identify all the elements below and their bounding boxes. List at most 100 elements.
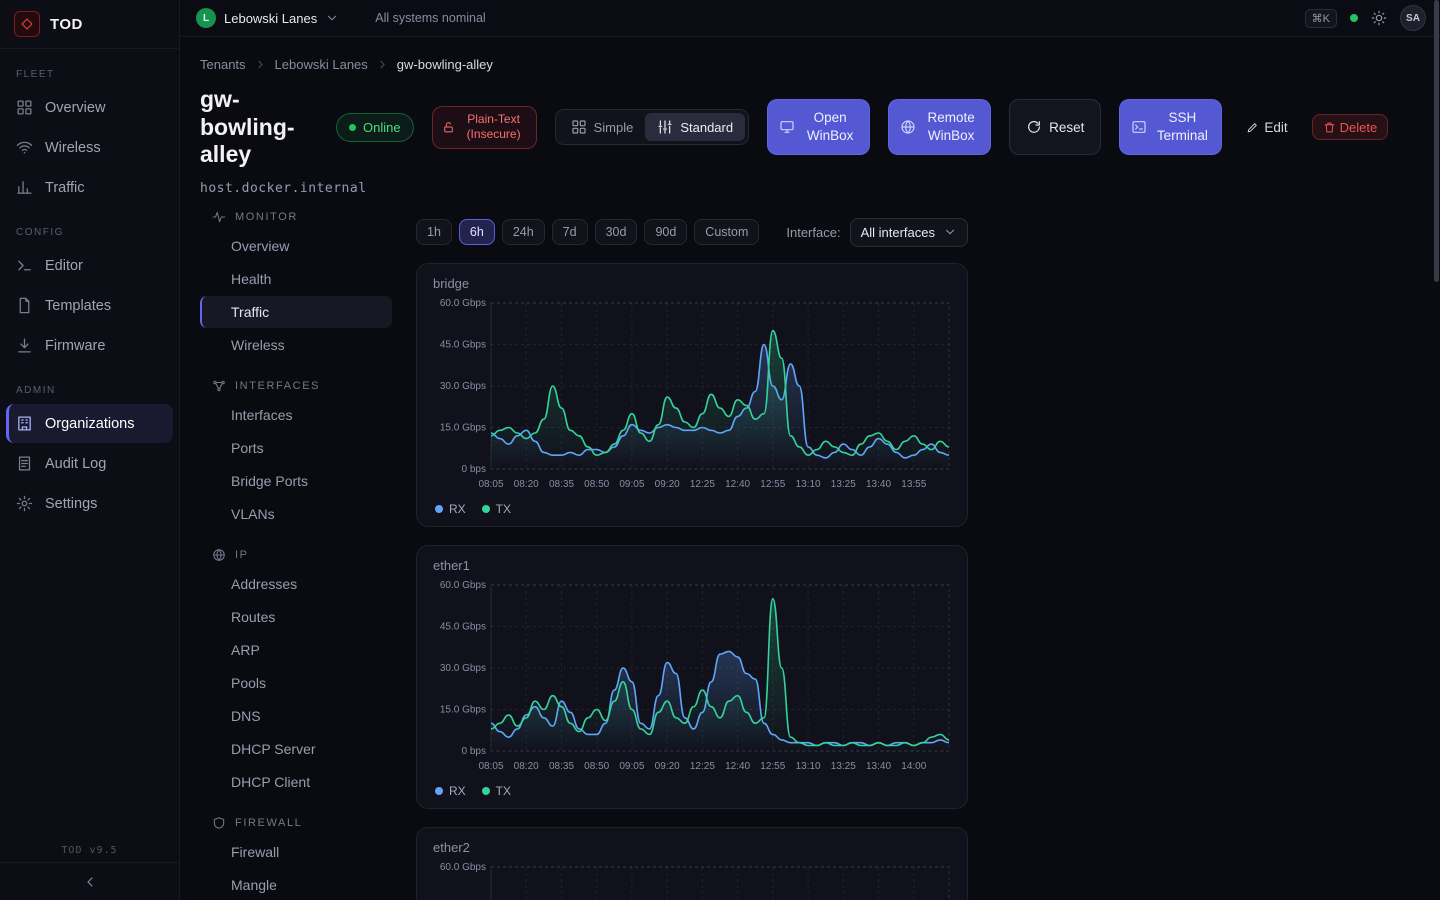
view-mode-simple-button[interactable]: Simple (559, 113, 646, 141)
diamond-icon (20, 17, 34, 31)
theme-toggle-button[interactable] (1371, 10, 1387, 26)
subnav-item-wireless[interactable]: Wireless (200, 329, 392, 361)
range-7d-button[interactable]: 7d (552, 219, 588, 245)
subnav-item-pools[interactable]: Pools (200, 667, 392, 699)
sidebar-collapse-button[interactable] (0, 862, 179, 900)
chevron-right-icon (376, 58, 389, 71)
range-1h-button[interactable]: 1h (416, 219, 452, 245)
subnav-item-mangle[interactable]: Mangle (200, 869, 392, 900)
breadcrumb-item-lebowski-lanes[interactable]: Lebowski Lanes (275, 57, 368, 72)
svg-text:13:10: 13:10 (796, 479, 821, 490)
chart-title: ether1 (433, 558, 951, 573)
sidebar-item-organizations[interactable]: Organizations (6, 404, 173, 443)
svg-text:08:20: 08:20 (514, 479, 539, 490)
delete-button[interactable]: Delete (1312, 114, 1389, 140)
sidebar-item-settings[interactable]: Settings (6, 484, 173, 523)
svg-text:0 bps: 0 bps (462, 746, 486, 757)
sidebar-item-label: Organizations (45, 416, 134, 432)
subnav-item-overview[interactable]: Overview (200, 230, 392, 262)
legend-dot-icon (482, 505, 490, 513)
subnav-item-dhcp-server[interactable]: DHCP Server (200, 733, 392, 765)
subnav-item-vlans[interactable]: VLANs (200, 498, 392, 530)
open-winbox-button[interactable]: Open WinBox (767, 99, 870, 155)
subnav-item-ports[interactable]: Ports (200, 432, 392, 464)
breadcrumb: TenantsLebowski Lanesgw-bowling-alley (200, 57, 1440, 72)
sidebar-item-templates[interactable]: Templates (6, 286, 173, 325)
status-badge-online: Online (336, 113, 414, 142)
command-palette-shortcut[interactable]: ⌘K (1305, 9, 1337, 28)
grid-icon (571, 119, 587, 135)
bars-icon (16, 179, 33, 196)
range-30d-button[interactable]: 30d (595, 219, 638, 245)
range-90d-button[interactable]: 90d (644, 219, 687, 245)
chart-legend: RXTX (433, 784, 951, 798)
subnav-item-health[interactable]: Health (200, 263, 392, 295)
breadcrumb-item-tenants[interactable]: Tenants (200, 57, 246, 72)
tenant-selector[interactable]: L Lebowski Lanes (196, 8, 339, 28)
subnav-item-dhcp-client[interactable]: DHCP Client (200, 766, 392, 798)
svg-text:09:20: 09:20 (655, 479, 680, 490)
svg-text:08:20: 08:20 (514, 761, 539, 772)
status-badge-insecure: Plain-Text (Insecure) (432, 106, 537, 149)
sidebar-item-editor[interactable]: Editor (6, 246, 173, 285)
sidebar-item-overview[interactable]: Overview (6, 88, 173, 127)
sidebar-item-label: Editor (45, 258, 83, 274)
range-24h-button[interactable]: 24h (502, 219, 545, 245)
sidebar-item-label: Overview (45, 100, 105, 116)
svg-text:60.0 Gbps: 60.0 Gbps (440, 298, 486, 309)
doc-icon (16, 455, 33, 472)
sidebar-item-firmware[interactable]: Firmware (6, 326, 173, 365)
reset-label: Reset (1049, 120, 1084, 135)
building-icon (16, 415, 33, 432)
legend-tx: TX (482, 502, 511, 516)
terminal-icon (16, 257, 33, 274)
subnav-item-interfaces[interactable]: Interfaces (200, 399, 392, 431)
svg-text:13:40: 13:40 (866, 761, 891, 772)
tenant-avatar: L (196, 8, 216, 28)
sidebar-section-label: CONFIG (0, 227, 179, 238)
view-mode-standard-button[interactable]: Standard (645, 113, 745, 141)
unlock-icon (442, 121, 455, 134)
reset-button[interactable]: Reset (1009, 99, 1101, 155)
page-title: gw-bowling-alley (200, 86, 318, 169)
range-custom-button[interactable]: Custom (694, 219, 759, 245)
subnav-item-bridge-ports[interactable]: Bridge Ports (200, 465, 392, 497)
sidebar-item-wireless[interactable]: Wireless (6, 128, 173, 167)
edit-button[interactable]: Edit (1240, 119, 1293, 136)
subnav-item-routes[interactable]: Routes (200, 601, 392, 633)
chevron-right-icon (254, 58, 267, 71)
refresh-icon (1026, 119, 1042, 135)
subnav-item-traffic[interactable]: Traffic (200, 296, 392, 328)
sidebar-item-label: Wireless (45, 140, 101, 156)
page-scrollbar[interactable] (1434, 0, 1439, 282)
sidebar-item-label: Traffic (45, 180, 84, 196)
legend-dot-icon (435, 505, 443, 513)
system-status-text: All systems nominal (375, 11, 485, 25)
sidebar-item-audit-log[interactable]: Audit Log (6, 444, 173, 483)
view-mode-toggle: Simple Standard (555, 109, 750, 145)
edit-label: Edit (1264, 120, 1287, 135)
remote-winbox-button[interactable]: Remote WinBox (888, 99, 991, 155)
subnav-section-ip: IP (200, 548, 392, 562)
sidebar-item-traffic[interactable]: Traffic (6, 168, 173, 207)
interface-select[interactable]: All interfaces (850, 218, 968, 247)
svg-text:08:50: 08:50 (584, 479, 609, 490)
chart-title: bridge (433, 276, 951, 291)
subnav-item-addresses[interactable]: Addresses (200, 568, 392, 600)
sidebar-section-label: FLEET (0, 69, 179, 80)
range-6h-button[interactable]: 6h (459, 219, 495, 245)
svg-text:15.0 Gbps: 15.0 Gbps (440, 422, 486, 433)
topbar-right: ⌘K SA (1305, 5, 1426, 31)
svg-text:15.0 Gbps: 15.0 Gbps (440, 704, 486, 715)
traffic-chart: 0 bps15.0 Gbps30.0 Gbps45.0 Gbps60.0 Gbp… (433, 575, 953, 775)
legend-dot-icon (482, 787, 490, 795)
svg-text:14:00: 14:00 (901, 761, 926, 772)
trash-icon (1323, 121, 1336, 134)
app-logo[interactable]: TOD (0, 0, 179, 49)
ssh-terminal-button[interactable]: SSH Terminal (1119, 99, 1222, 155)
user-avatar[interactable]: SA (1400, 5, 1426, 31)
subnav-item-arp[interactable]: ARP (200, 634, 392, 666)
subnav-item-firewall[interactable]: Firewall (200, 836, 392, 868)
chevron-down-icon (943, 225, 957, 239)
subnav-item-dns[interactable]: DNS (200, 700, 392, 732)
